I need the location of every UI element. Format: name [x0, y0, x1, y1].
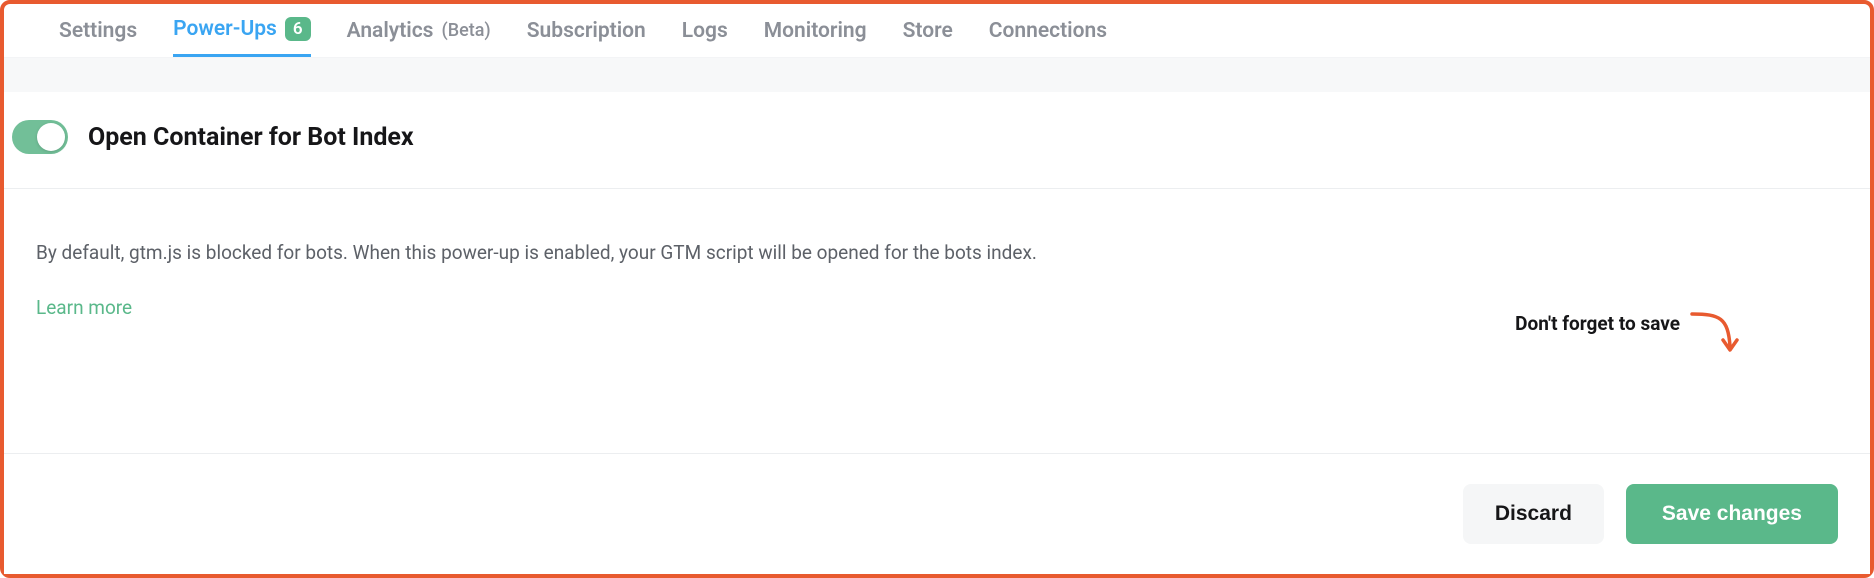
discard-button[interactable]: Discard [1463, 484, 1604, 544]
curved-arrow-icon [1690, 310, 1740, 358]
tab-label: Connections [989, 19, 1107, 43]
footer-actions: Discard Save changes [4, 453, 1870, 574]
tab-analytics[interactable]: Analytics (Beta) [347, 4, 491, 57]
tab-settings[interactable]: Settings [59, 4, 137, 57]
tab-suffix: (Beta) [441, 20, 490, 41]
tab-store[interactable]: Store [903, 4, 953, 57]
tab-badge: 6 [285, 17, 311, 41]
tab-logs[interactable]: Logs [682, 4, 728, 57]
tab-label: Analytics [347, 19, 434, 43]
reminder-text: Don't forget to save [1515, 310, 1680, 335]
tab-connections[interactable]: Connections [989, 4, 1107, 57]
toggle-knob [37, 123, 65, 151]
tab-label: Subscription [527, 19, 646, 43]
save-changes-button[interactable]: Save changes [1626, 484, 1838, 544]
feature-toggle[interactable] [12, 120, 68, 154]
feature-title: Open Container for Bot Index [88, 123, 414, 152]
tab-label: Power-Ups [173, 17, 277, 41]
learn-more-link[interactable]: Learn more [36, 296, 132, 319]
feature-header: Open Container for Bot Index [4, 92, 1870, 189]
feature-description: By default, gtm.js is blocked for bots. … [36, 239, 1838, 268]
save-reminder: Don't forget to save [1515, 310, 1740, 358]
tab-power-ups[interactable]: Power-Ups 6 [173, 4, 310, 57]
tab-label: Settings [59, 19, 137, 43]
tab-subscription[interactable]: Subscription [527, 4, 646, 57]
tab-label: Monitoring [764, 19, 867, 43]
tab-label: Logs [682, 19, 728, 43]
tab-monitoring[interactable]: Monitoring [764, 4, 867, 57]
tab-bar: Settings Power-Ups 6 Analytics (Beta) Su… [4, 4, 1870, 58]
spacer-bar [4, 58, 1870, 92]
tab-label: Store [903, 19, 953, 43]
